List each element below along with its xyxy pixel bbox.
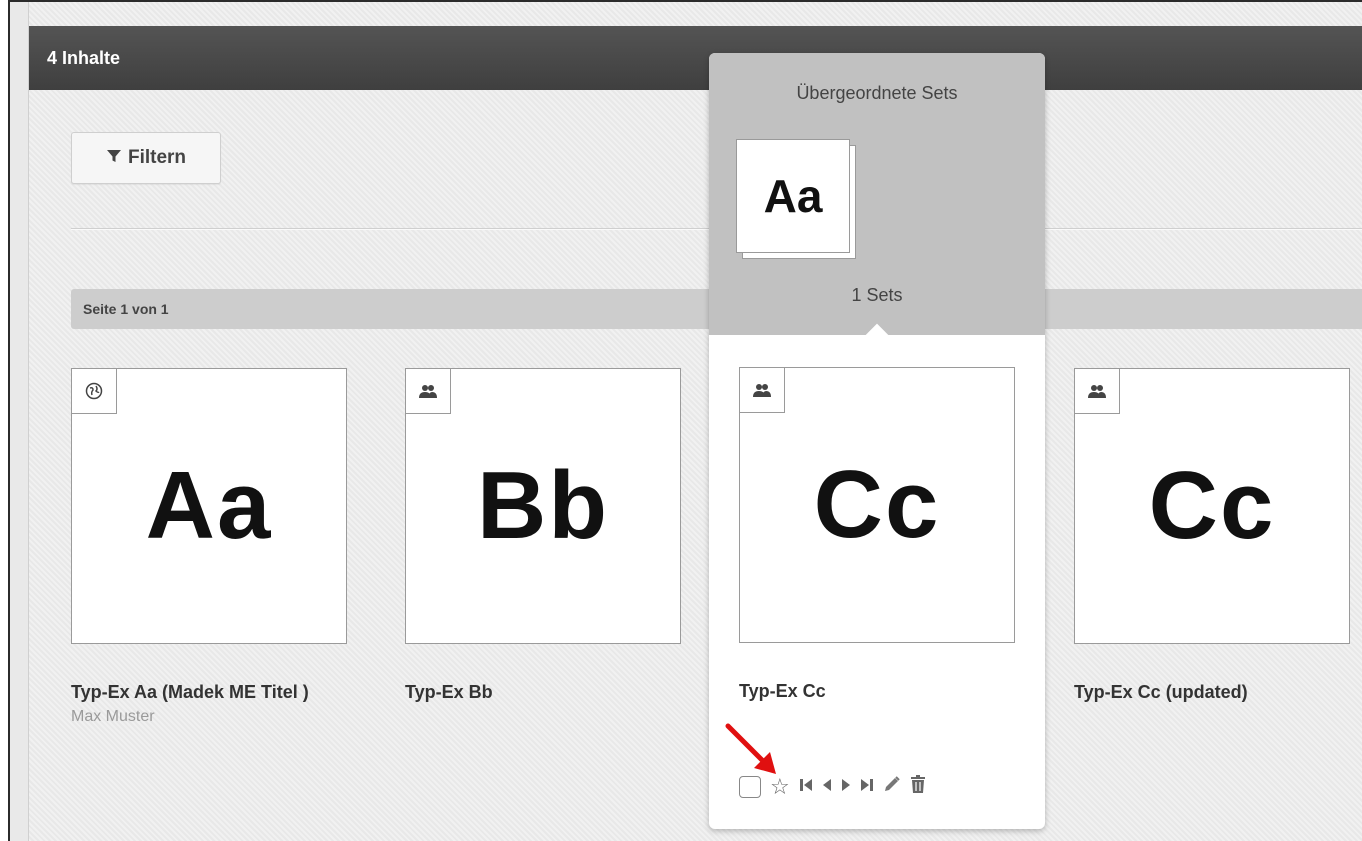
sidebar-strip (10, 2, 29, 841)
media-thumbnail[interactable]: Cc (739, 367, 1015, 643)
media-thumbnail[interactable]: Aa (71, 368, 347, 644)
results-header: 4 Inhalte (29, 26, 1362, 90)
thumbnail-text: Aa (145, 452, 273, 559)
group-icon (740, 368, 785, 413)
main-content: 4 Inhalte Filtern Seite 1 von 1 Aa Typ-E… (29, 2, 1362, 841)
thumbnail-text: Bb (477, 452, 609, 559)
pencil-icon[interactable] (883, 775, 901, 798)
media-title[interactable]: Typ-Ex Cc (739, 677, 1015, 705)
media-author: Max Muster (71, 708, 155, 725)
annotation-arrow (725, 723, 776, 774)
media-card[interactable]: Bb Typ-Ex Bb (405, 368, 681, 706)
set-thumbnail-text: Aa (763, 170, 823, 222)
media-card[interactable]: Cc Typ-Ex Cc (updated) (1074, 368, 1350, 706)
trash-icon[interactable] (910, 774, 926, 799)
thumbnail-text: Cc (813, 451, 941, 558)
filter-icon (106, 148, 122, 169)
group-icon (406, 369, 451, 414)
set-thumbnail-front: Aa (736, 139, 850, 253)
media-thumbnail[interactable]: Cc (1074, 368, 1350, 644)
media-card[interactable]: Cc Typ-Ex Cc (739, 367, 1015, 705)
parent-sets-popover: Übergeordnete Sets Aa 1 Sets Cc Typ-Ex C… (709, 53, 1045, 829)
set-count[interactable]: 1 Sets (709, 285, 1045, 306)
first-icon[interactable] (799, 776, 813, 798)
next-icon[interactable] (841, 776, 851, 798)
globe-icon (72, 369, 117, 414)
prev-icon[interactable] (822, 776, 832, 798)
thumbnail-text: Cc (1148, 452, 1276, 559)
media-title[interactable]: Typ-Ex Aa (Madek ME Titel ) (71, 678, 347, 706)
popover-header: Übergeordnete Sets Aa 1 Sets (709, 53, 1045, 335)
media-title[interactable]: Typ-Ex Cc (updated) (1074, 678, 1350, 706)
results-count: 4 Inhalte (47, 48, 121, 68)
media-thumbnail[interactable]: Bb (405, 368, 681, 644)
filter-button[interactable]: Filtern (71, 132, 221, 184)
media-card[interactable]: Aa Typ-Ex Aa (Madek ME Titel ) Max Muste… (71, 368, 347, 726)
media-title[interactable]: Typ-Ex Bb (405, 678, 681, 706)
last-icon[interactable] (860, 776, 874, 798)
filter-button-label: Filtern (127, 147, 187, 168)
group-icon (1075, 369, 1120, 414)
popover-title: Übergeordnete Sets (796, 83, 958, 103)
parent-set-thumbnail[interactable]: Aa (736, 139, 856, 259)
